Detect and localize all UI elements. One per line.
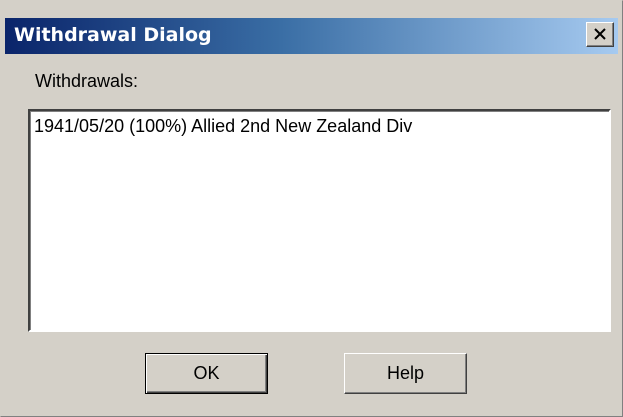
list-item[interactable]: 1941/05/20 (100%) Allied 2nd New Zealand… <box>34 116 412 137</box>
ok-button[interactable]: OK <box>145 353 268 394</box>
title-bar[interactable]: Withdrawal Dialog <box>5 18 618 54</box>
withdrawal-dialog-window: Withdrawal Dialog Withdrawals: 1941/05/2… <box>0 0 623 417</box>
window-title: Withdrawal Dialog <box>14 24 212 46</box>
help-button[interactable]: Help <box>344 353 467 394</box>
close-icon <box>593 28 607 41</box>
close-button[interactable] <box>586 22 614 47</box>
withdrawals-label: Withdrawals: <box>35 71 139 91</box>
withdrawals-listbox[interactable]: 1941/05/20 (100%) Allied 2nd New Zealand… <box>28 109 611 332</box>
